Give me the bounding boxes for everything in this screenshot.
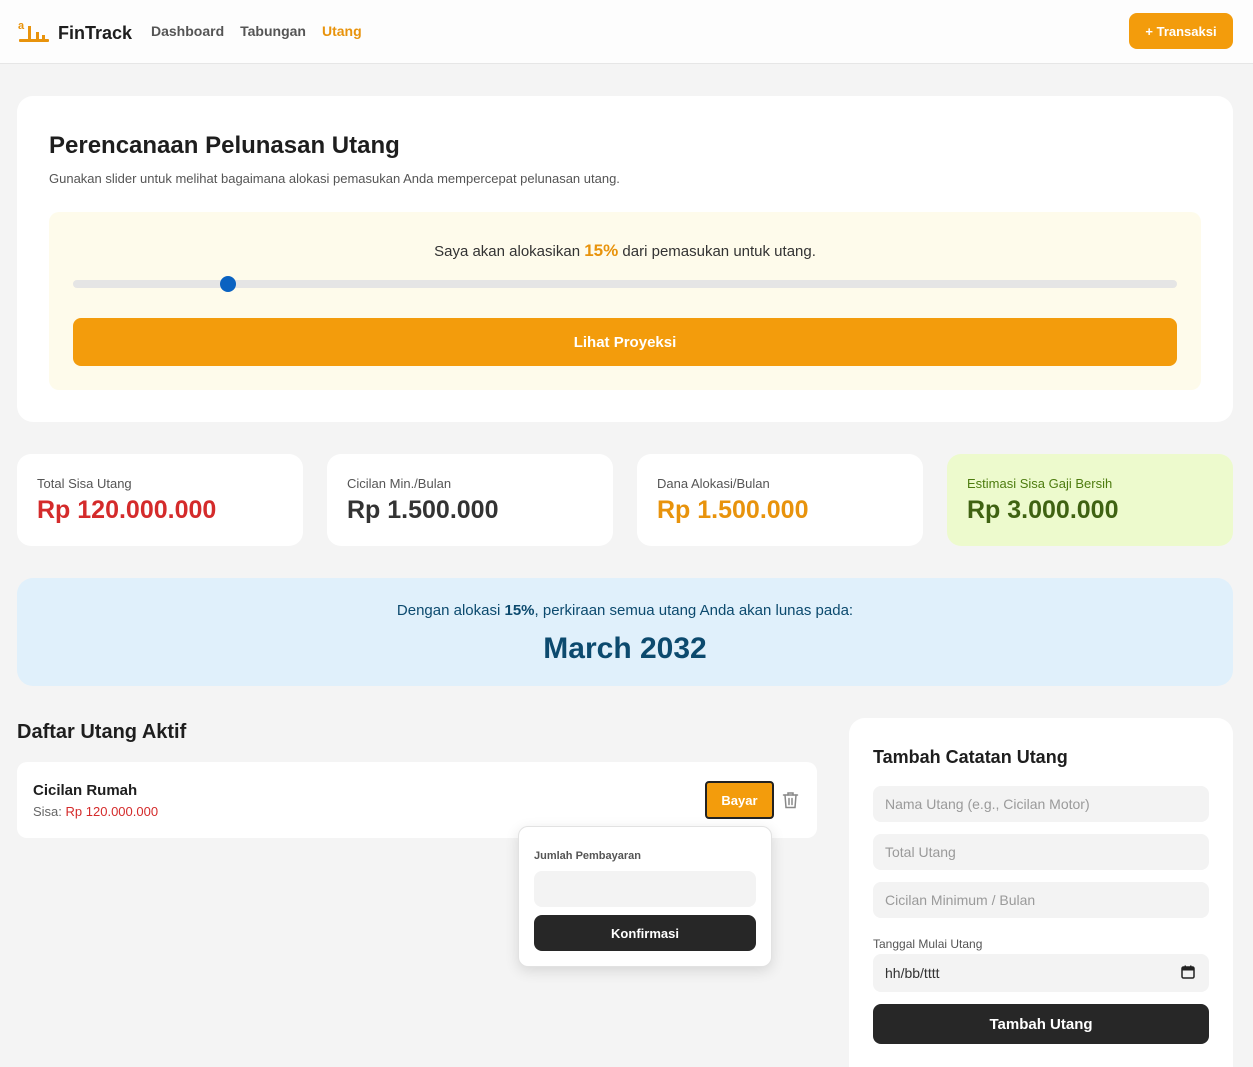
debt-planner-card: Perencanaan Pelunasan Utang Gunakan slid… [17, 96, 1233, 422]
debt-name-input[interactable]: Nama Utang (e.g., Cicilan Motor) [873, 786, 1209, 822]
payoff-date: March 2032 [543, 632, 707, 665]
debt-min-placeholder: Cicilan Minimum / Bulan [885, 892, 1036, 908]
nav-link-utang[interactable]: Utang [322, 23, 362, 39]
brand-name: FinTrack [58, 23, 133, 43]
trash-icon[interactable] [782, 791, 799, 814]
fintrack-logo-icon: a [18, 18, 50, 49]
add-debt-title: Tambah Catatan Utang [873, 747, 1068, 767]
stat-label: Estimasi Sisa Gaji Bersih [967, 476, 1113, 491]
debt-total-placeholder: Total Utang [885, 844, 956, 860]
payment-popover: Jumlah Pembayaran Konfirmasi [518, 826, 772, 967]
confirm-payment-button[interactable]: Konfirmasi [534, 915, 756, 951]
debt-min-input[interactable]: Cicilan Minimum / Bulan [873, 882, 1209, 918]
active-debts-title: Daftar Utang Aktif [17, 721, 187, 743]
nav-link-tabungan[interactable]: Tabungan [240, 23, 306, 39]
add-debt-form: Tambah Catatan Utang Nama Utang (e.g., C… [849, 718, 1233, 1067]
projection-percent: 15% [504, 602, 535, 619]
svg-text:a: a [18, 20, 25, 32]
allocation-prefix: Saya akan alokasikan [434, 243, 581, 260]
add-debt-button[interactable]: Tambah Utang [873, 1004, 1209, 1044]
planner-description: Gunakan slider untuk melihat bagaimana a… [49, 171, 620, 186]
allocation-sentence: Saya akan alokasikan 15% dari pemasukan … [49, 241, 1201, 261]
nav-links: Dashboard Tabungan Utang [151, 23, 362, 39]
projection-suffix: , perkiraan semua utang Anda akan lunas … [534, 602, 854, 619]
slider-thumb[interactable] [219, 276, 236, 292]
start-date-label: Tanggal Mulai Utang [873, 937, 983, 951]
debt-name-placeholder: Nama Utang (e.g., Cicilan Motor) [885, 796, 1090, 812]
stat-total-debt: Total Sisa Utang Rp 120.000.000 [17, 454, 303, 546]
payment-amount-label: Jumlah Pembayaran [534, 850, 641, 862]
stat-value: Rp 1.500.000 [657, 496, 809, 524]
stat-value: Rp 1.500.000 [347, 496, 499, 524]
brand[interactable]: a FinTrack [18, 18, 132, 49]
stat-net-salary: Estimasi Sisa Gaji Bersih Rp 3.000.000 [947, 454, 1233, 546]
stat-label: Total Sisa Utang [37, 476, 132, 491]
stat-value: Rp 120.000.000 [37, 496, 217, 524]
allocation-percent: 15% [584, 241, 619, 260]
stat-value: Rp 3.000.000 [967, 496, 1119, 524]
add-transaction-button[interactable]: + Transaksi [1129, 13, 1233, 49]
view-projection-button[interactable]: Lihat Proyeksi [73, 318, 1177, 366]
allocation-slider-panel: Saya akan alokasikan 15% dari pemasukan … [49, 212, 1201, 390]
debt-name: Cicilan Rumah [33, 782, 138, 799]
payment-amount-input[interactable] [534, 871, 756, 907]
allocation-suffix: dari pemasukan untuk utang. [622, 243, 816, 260]
projection-prefix: Dengan alokasi [396, 602, 501, 619]
pay-button[interactable]: Bayar [705, 781, 774, 819]
planner-title: Perencanaan Pelunasan Utang [49, 132, 400, 159]
debt-remaining-value: Rp 120.000.000 [65, 804, 159, 819]
calendar-icon[interactable] [1181, 965, 1195, 982]
stat-label: Dana Alokasi/Bulan [657, 476, 770, 491]
stat-label: Cicilan Min./Bulan [347, 476, 452, 491]
debt-remaining-label: Sisa: [33, 804, 62, 819]
navbar: a FinTrack Dashboard Tabungan Utang + Tr… [0, 0, 1253, 64]
payoff-projection-banner: Dengan alokasi 15%, perkiraan semua utan… [17, 578, 1233, 686]
debt-total-input[interactable]: Total Utang [873, 834, 1209, 870]
nav-link-dashboard[interactable]: Dashboard [151, 23, 224, 39]
stat-allocation: Dana Alokasi/Bulan Rp 1.500.000 [637, 454, 923, 546]
stat-min-installment: Cicilan Min./Bulan Rp 1.500.000 [327, 454, 613, 546]
projection-sentence: Dengan alokasi 15%, perkiraan semua utan… [17, 602, 1233, 619]
debt-remaining: Sisa: Rp 120.000.000 [33, 804, 158, 819]
start-date-input[interactable]: hh/bb/tttt [873, 954, 1209, 992]
allocation-slider[interactable] [73, 276, 1177, 292]
start-date-placeholder: hh/bb/tttt [885, 965, 940, 981]
